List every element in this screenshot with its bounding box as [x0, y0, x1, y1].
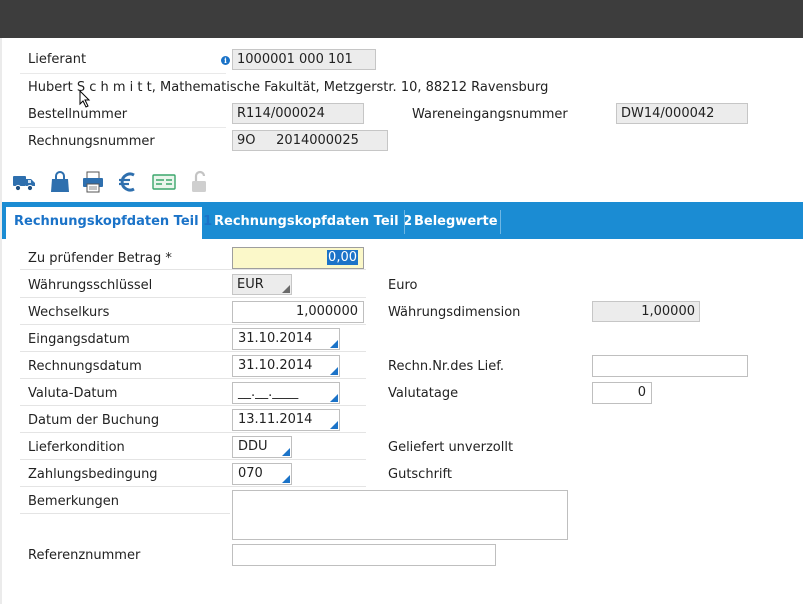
divider: [20, 73, 226, 74]
eingangsdatum-label: Eingangsdatum: [28, 332, 130, 347]
zahlungsbedingung-label: Zahlungsbedingung: [28, 467, 158, 482]
divider: [20, 459, 366, 460]
referenznummer-label: Referenznummer: [28, 548, 141, 563]
divider: [20, 486, 366, 487]
lieferant-label: Lieferant: [28, 52, 87, 67]
waehrungsdimension-label: Währungsdimension: [388, 305, 521, 320]
wechselkurs-label: Wechselkurs: [28, 305, 110, 320]
window-titlebar: [0, 0, 803, 38]
divider: [20, 127, 226, 128]
waehrung-text: Euro: [388, 278, 418, 293]
lieferkondition-text: Geliefert unverzollt: [388, 440, 514, 455]
tab-rechnungskopfdaten-teil-2[interactable]: Rechnungskopfdaten Teil 2: [206, 202, 412, 239]
waehrungsdimension-field[interactable]: 1,00000: [592, 301, 700, 322]
info-icon[interactable]: i: [221, 56, 230, 65]
wechselkurs-input[interactable]: 1,000000: [232, 301, 364, 323]
tab-bar: Rechnungskopfdaten Teil 1 Rechnungskopfd…: [2, 202, 803, 239]
valuta-input[interactable]: __.__.____: [232, 382, 340, 404]
zahlungsbedingung-text: Gutschrift: [388, 467, 452, 482]
divider: [20, 297, 366, 298]
divider: [20, 405, 366, 406]
valuta-label: Valuta-Datum: [28, 386, 118, 401]
euro-icon[interactable]: [116, 170, 140, 194]
valutatage-label: Valutatage: [388, 386, 459, 401]
betrag-input[interactable]: 0,00: [232, 247, 364, 269]
tab-divider: [500, 210, 501, 234]
rechnungsdatum-input[interactable]: 31.10.2014: [232, 355, 340, 377]
divider: [20, 513, 230, 514]
wareneingang-label: Wareneingangsnummer: [412, 107, 568, 122]
referenznummer-input[interactable]: [232, 544, 496, 566]
tab-belegwerte[interactable]: Belegwerte: [406, 202, 498, 239]
truck-icon[interactable]: [12, 170, 36, 194]
bemerkungen-label: Bemerkungen: [28, 494, 120, 509]
bestellnummer-label: Bestellnummer: [28, 107, 128, 122]
rechnungsnummer-field[interactable]: 9O 2014000025: [232, 130, 388, 151]
valutatage-input[interactable]: 0: [592, 382, 652, 404]
tab-divider: [404, 210, 405, 234]
mouse-cursor-icon: [79, 90, 91, 108]
divider: [20, 432, 366, 433]
rechnungsnummer-label: Rechnungsnummer: [28, 134, 155, 149]
eingangsdatum-input[interactable]: 31.10.2014: [232, 328, 340, 350]
rechn-nr-lief-input[interactable]: [592, 355, 748, 377]
divider: [20, 378, 366, 379]
divider: [20, 351, 366, 352]
rechnungsdatum-label: Rechnungsdatum: [28, 359, 142, 374]
wareneingang-field[interactable]: DW14/000042: [616, 103, 748, 124]
waehrung-dropdown[interactable]: EUR: [232, 274, 292, 295]
lieferant-field[interactable]: 1000001 000 101: [232, 49, 376, 70]
buchung-input[interactable]: 13.11.2014: [232, 409, 340, 431]
payment-card-icon[interactable]: [152, 170, 176, 194]
printer-icon[interactable]: [81, 170, 105, 194]
lieferkondition-label: Lieferkondition: [28, 440, 125, 455]
tab-rechnungskopfdaten-teil-1[interactable]: Rechnungskopfdaten Teil 1: [6, 207, 212, 239]
bestellnummer-field[interactable]: R114/000024: [232, 103, 364, 124]
bemerkungen-textarea[interactable]: [232, 490, 568, 540]
supplier-address: Hubert S c h m i t t, Mathematische Faku…: [28, 80, 549, 95]
lieferkondition-input[interactable]: DDU: [232, 436, 292, 458]
shopping-bag-icon[interactable]: [48, 170, 72, 194]
rechn-nr-lief-label: Rechn.Nr.des Lief.: [388, 359, 504, 374]
betrag-value: 0,00: [327, 250, 358, 265]
zahlungsbedingung-input[interactable]: 070: [232, 463, 292, 485]
divider: [20, 269, 366, 270]
buchung-label: Datum der Buchung: [28, 413, 160, 428]
unlock-icon[interactable]: [188, 170, 212, 194]
waehrung-label: Währungsschlüssel: [28, 278, 153, 293]
divider: [20, 324, 366, 325]
betrag-label: Zu prüfender Betrag *: [28, 251, 172, 266]
